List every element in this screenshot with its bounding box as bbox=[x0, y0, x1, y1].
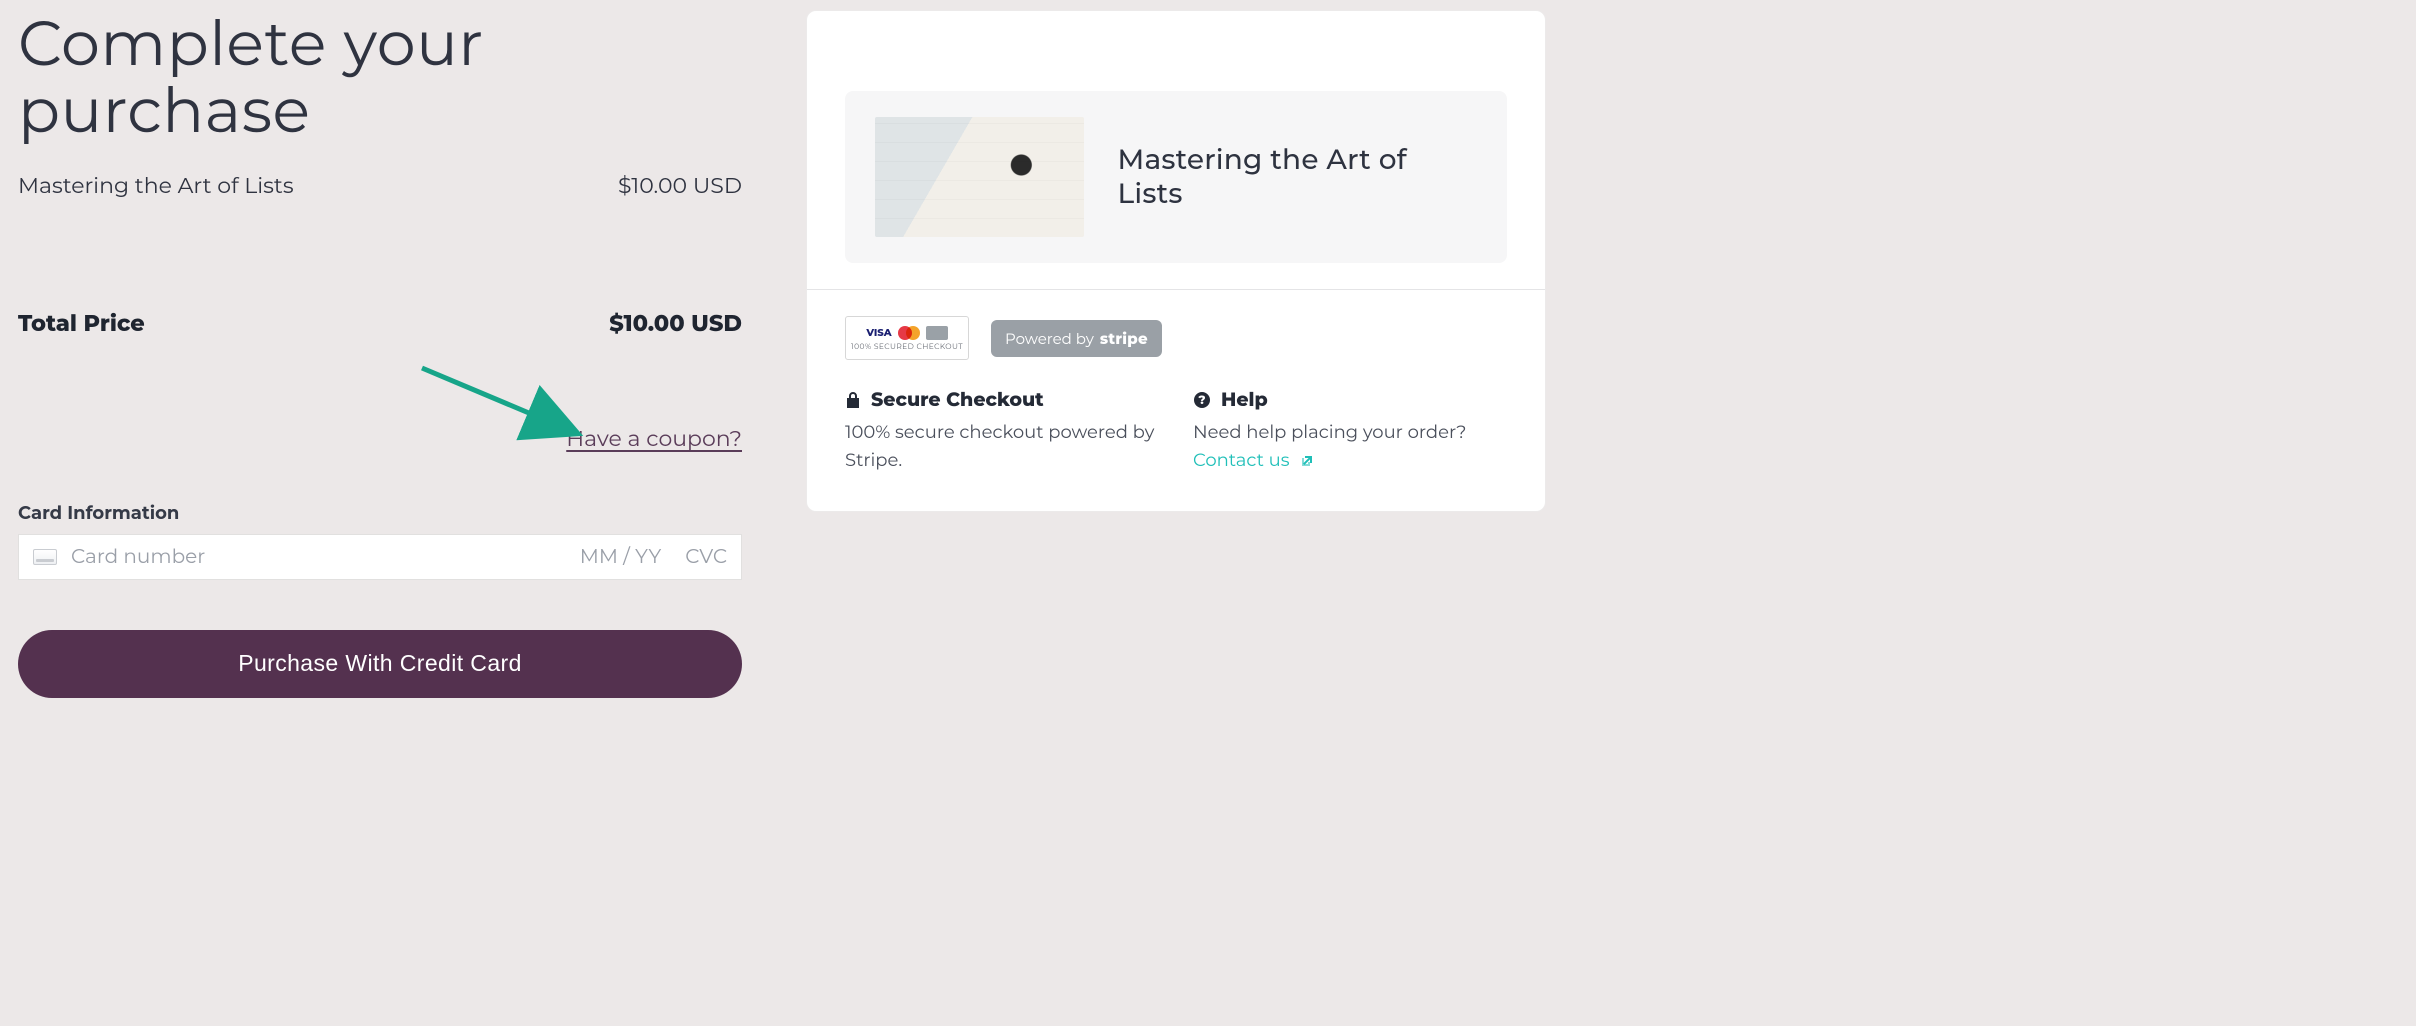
totals-row: Total Price $10.00 USD bbox=[18, 309, 742, 337]
external-link-icon bbox=[1300, 449, 1314, 477]
product-thumbnail bbox=[875, 117, 1084, 237]
total-label: Total Price bbox=[18, 309, 145, 337]
card-info-label: Card Information bbox=[18, 502, 742, 524]
card-cvc-placeholder: CVC bbox=[685, 545, 727, 569]
card-icon bbox=[33, 549, 57, 565]
visa-logo-text: VISA bbox=[866, 326, 891, 339]
stripe-badge: Powered by stripe bbox=[991, 320, 1162, 357]
card-input[interactable]: Card number MM / YY CVC bbox=[18, 534, 742, 580]
line-item-price: $10.00 USD bbox=[618, 172, 742, 199]
contact-us-text: Contact us bbox=[1193, 449, 1290, 471]
product-title: Mastering the Art of Lists bbox=[1118, 143, 1478, 211]
summary-panel: Mastering the Art of Lists VISA 100% SEC… bbox=[806, 10, 1546, 512]
page-title: Complete your purchase bbox=[18, 10, 742, 144]
cards-badge: VISA 100% SECURED CHECKOUT bbox=[845, 316, 969, 360]
total-amount: $10.00 USD bbox=[609, 309, 742, 337]
line-item: Mastering the Art of Lists $10.00 USD bbox=[18, 172, 742, 199]
trust-badges: VISA 100% SECURED CHECKOUT Powered by st… bbox=[807, 290, 1545, 364]
mastercard-icon bbox=[898, 326, 920, 340]
amex-icon bbox=[926, 326, 948, 340]
secured-checkout-text: 100% SECURED CHECKOUT bbox=[851, 342, 963, 351]
lock-icon bbox=[845, 391, 861, 409]
card-expiry-placeholder: MM / YY bbox=[580, 545, 662, 569]
help-title: Help bbox=[1221, 388, 1268, 411]
line-item-name: Mastering the Art of Lists bbox=[18, 172, 294, 199]
stripe-prefix: Powered by bbox=[1005, 329, 1094, 348]
help-block: ? Help Need help placing your order? Con… bbox=[1193, 388, 1507, 477]
coupon-link[interactable]: Have a coupon? bbox=[566, 425, 742, 452]
secure-block: Secure Checkout 100% secure checkout pow… bbox=[845, 388, 1159, 477]
help-icon: ? bbox=[1193, 391, 1211, 409]
product-row: Mastering the Art of Lists bbox=[845, 91, 1507, 263]
secure-title: Secure Checkout bbox=[871, 388, 1044, 411]
secure-body: 100% secure checkout powered by Stripe. bbox=[845, 419, 1159, 475]
svg-text:?: ? bbox=[1197, 393, 1205, 408]
stripe-brand: stripe bbox=[1100, 329, 1148, 348]
help-body: Need help placing your order? bbox=[1193, 421, 1466, 443]
card-number-placeholder: Card number bbox=[71, 545, 566, 569]
contact-us-link[interactable]: Contact us bbox=[1193, 449, 1314, 472]
purchase-button[interactable]: Purchase With Credit Card bbox=[18, 630, 742, 698]
